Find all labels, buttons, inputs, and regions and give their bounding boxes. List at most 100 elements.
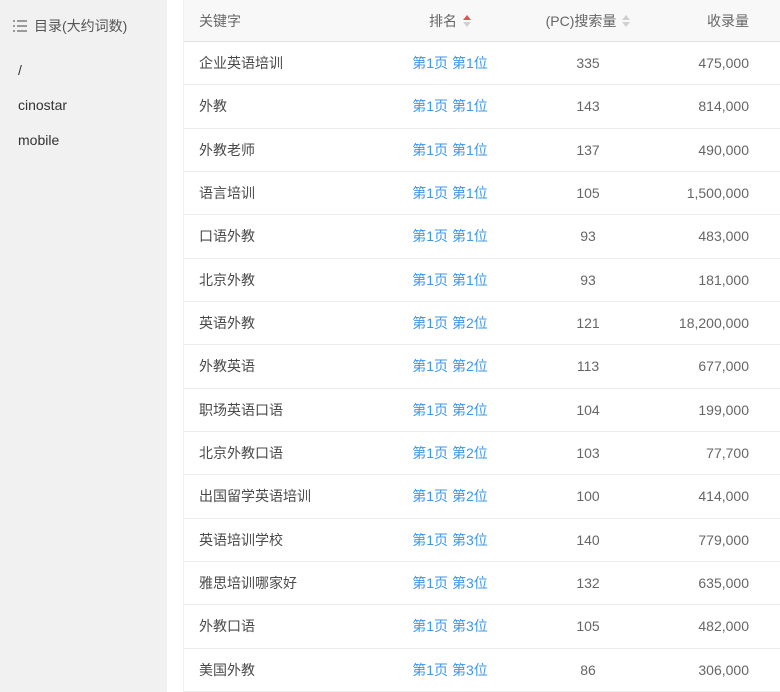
index-volume-cell: 306,000: [666, 662, 780, 678]
sidebar-item-mobile[interactable]: mobile: [0, 123, 167, 158]
rank-cell: 第1页 第1位: [390, 53, 510, 73]
column-header-search-volume-label: (PC)搜索量: [546, 11, 617, 31]
search-volume-cell: 103: [510, 445, 666, 461]
rank-link[interactable]: 第1页 第3位: [412, 530, 487, 550]
index-volume-cell: 779,000: [666, 532, 780, 548]
table-row: 雅思培训哪家好 第1页 第3位 132 635,000: [184, 562, 780, 605]
rank-cell: 第1页 第2位: [390, 443, 510, 463]
rank-link[interactable]: 第1页 第3位: [412, 573, 487, 593]
keyword-cell: 北京外教口语: [184, 443, 390, 463]
index-volume-cell: 199,000: [666, 402, 780, 418]
search-volume-cell: 105: [510, 185, 666, 201]
table-row: 北京外教口语 第1页 第2位 103 77,700: [184, 432, 780, 475]
column-header-rank[interactable]: 排名: [390, 11, 510, 31]
search-volume-cell: 100: [510, 488, 666, 504]
sort-asc-icon[interactable]: [622, 15, 630, 20]
search-volume-cell: 140: [510, 532, 666, 548]
keyword-cell: 口语外教: [184, 226, 390, 246]
rank-link[interactable]: 第1页 第1位: [412, 226, 487, 246]
rank-cell: 第1页 第3位: [390, 573, 510, 593]
table-row: 美国外教 第1页 第3位 86 306,000: [184, 649, 780, 692]
search-volume-cell: 113: [510, 358, 666, 374]
rank-link[interactable]: 第1页 第1位: [412, 270, 487, 290]
table-row: 企业英语培训 第1页 第1位 335 475,000: [184, 42, 780, 85]
search-volume-cell: 132: [510, 575, 666, 591]
sidebar-item-root[interactable]: /: [0, 53, 167, 88]
index-volume-cell: 677,000: [666, 358, 780, 374]
column-header-rank-label: 排名: [429, 11, 457, 31]
index-volume-cell: 181,000: [666, 272, 780, 288]
keyword-cell: 雅思培训哪家好: [184, 573, 390, 593]
rank-link[interactable]: 第1页 第2位: [412, 313, 487, 333]
rank-cell: 第1页 第1位: [390, 226, 510, 246]
column-header-keyword[interactable]: 关键字: [184, 11, 390, 31]
table-row: 外教英语 第1页 第2位 113 677,000: [184, 345, 780, 388]
table-row: 外教老师 第1页 第1位 137 490,000: [184, 129, 780, 172]
keyword-cell: 外教口语: [184, 616, 390, 636]
column-header-index-volume[interactable]: 收录量: [666, 11, 780, 31]
search-volume-cell: 105: [510, 618, 666, 634]
rank-link[interactable]: 第1页 第1位: [412, 140, 487, 160]
index-volume-cell: 483,000: [666, 228, 780, 244]
app-root: 目录(大约词数) / cinostar mobile 关键字 排名 (PC)搜索…: [0, 0, 780, 692]
sort-desc-icon[interactable]: [622, 22, 630, 27]
rank-sort-icons: [463, 15, 471, 27]
sidebar-item-cinostar[interactable]: cinostar: [0, 88, 167, 123]
rank-cell: 第1页 第2位: [390, 486, 510, 506]
rank-cell: 第1页 第2位: [390, 356, 510, 376]
search-volume-cell: 104: [510, 402, 666, 418]
table-row: 职场英语口语 第1页 第2位 104 199,000: [184, 389, 780, 432]
column-header-keyword-label: 关键字: [199, 13, 241, 29]
keyword-cell: 外教老师: [184, 140, 390, 160]
keyword-table: 关键字 排名 (PC)搜索量 收录量 企业英语培训: [183, 0, 780, 692]
index-volume-cell: 490,000: [666, 142, 780, 158]
sort-asc-icon[interactable]: [463, 15, 471, 20]
table-row: 外教 第1页 第1位 143 814,000: [184, 85, 780, 128]
rank-link[interactable]: 第1页 第2位: [412, 356, 487, 376]
keyword-cell: 出国留学英语培训: [184, 486, 390, 506]
search-volume-cell: 143: [510, 98, 666, 114]
rank-link[interactable]: 第1页 第2位: [412, 443, 487, 463]
rank-cell: 第1页 第1位: [390, 140, 510, 160]
rank-cell: 第1页 第1位: [390, 96, 510, 116]
keyword-cell: 英语培训学校: [184, 530, 390, 550]
rank-link[interactable]: 第1页 第2位: [412, 486, 487, 506]
sidebar-list: / cinostar mobile: [0, 53, 167, 158]
table-row: 英语培训学校 第1页 第3位 140 779,000: [184, 519, 780, 562]
search-volume-cell: 86: [510, 662, 666, 678]
keyword-cell: 职场英语口语: [184, 400, 390, 420]
table-row: 英语外教 第1页 第2位 121 18,200,000: [184, 302, 780, 345]
column-header-search-volume[interactable]: (PC)搜索量: [510, 11, 666, 31]
keyword-cell: 北京外教: [184, 270, 390, 290]
index-volume-cell: 635,000: [666, 575, 780, 591]
index-volume-cell: 1,500,000: [666, 185, 780, 201]
table-row: 口语外教 第1页 第1位 93 483,000: [184, 215, 780, 258]
search-volume-cell: 93: [510, 228, 666, 244]
rank-link[interactable]: 第1页 第3位: [412, 660, 487, 680]
index-volume-cell: 414,000: [666, 488, 780, 504]
column-header-index-volume-label: 收录量: [707, 13, 749, 29]
rank-link[interactable]: 第1页 第1位: [412, 96, 487, 116]
rank-cell: 第1页 第1位: [390, 183, 510, 203]
search-volume-cell: 335: [510, 55, 666, 71]
rank-link[interactable]: 第1页 第1位: [412, 53, 487, 73]
table-header: 关键字 排名 (PC)搜索量 收录量: [184, 0, 780, 42]
sidebar: 目录(大约词数) / cinostar mobile: [0, 0, 167, 692]
rank-cell: 第1页 第2位: [390, 400, 510, 420]
rank-link[interactable]: 第1页 第2位: [412, 400, 487, 420]
index-volume-cell: 475,000: [666, 55, 780, 71]
table-row: 外教口语 第1页 第3位 105 482,000: [184, 605, 780, 648]
table-body: 企业英语培训 第1页 第1位 335 475,000 外教 第1页 第1位 14…: [184, 42, 780, 692]
rank-link[interactable]: 第1页 第3位: [412, 616, 487, 636]
table-row: 北京外教 第1页 第1位 93 181,000: [184, 259, 780, 302]
keyword-cell: 外教: [184, 96, 390, 116]
keyword-cell: 企业英语培训: [184, 53, 390, 73]
rank-link[interactable]: 第1页 第1位: [412, 183, 487, 203]
search-volume-cell: 121: [510, 315, 666, 331]
rank-cell: 第1页 第3位: [390, 660, 510, 680]
keyword-cell: 语言培训: [184, 183, 390, 203]
table-row: 出国留学英语培训 第1页 第2位 100 414,000: [184, 475, 780, 518]
index-volume-cell: 482,000: [666, 618, 780, 634]
keyword-cell: 英语外教: [184, 313, 390, 333]
sort-desc-icon[interactable]: [463, 22, 471, 27]
